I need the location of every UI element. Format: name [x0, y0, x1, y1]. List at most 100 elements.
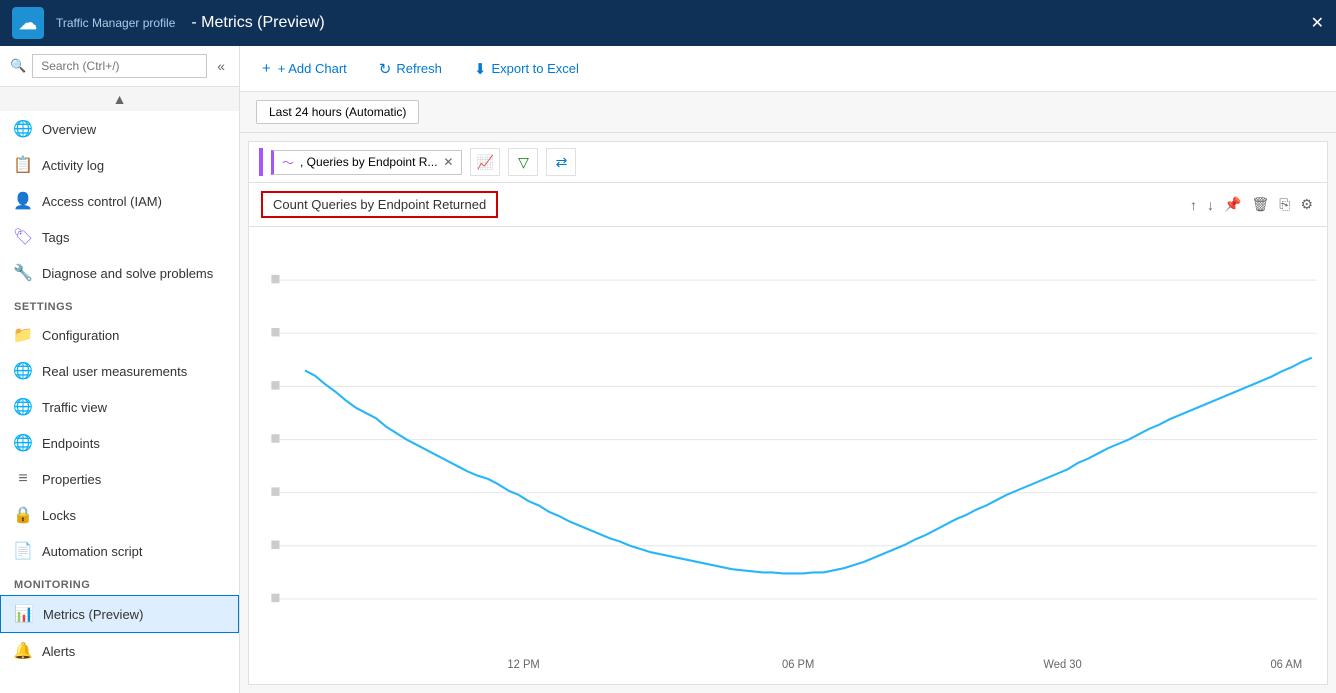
search-icon: 🔍	[10, 58, 26, 74]
sidebar-item-metrics[interactable]: 📊 Metrics (Preview)	[0, 595, 239, 633]
content-area: + + Add Chart ↻ Refresh ⬇ Export to Exce…	[240, 46, 1336, 693]
move-down-button[interactable]: ↓	[1205, 195, 1216, 215]
clone-chart-button[interactable]: ⎘	[1277, 194, 1292, 215]
x-label-6am: 06 AM	[1270, 659, 1302, 671]
configuration-icon: 📁	[14, 326, 32, 344]
sidebar-item-label: Metrics (Preview)	[43, 607, 143, 622]
locks-icon: 🔒	[14, 506, 32, 524]
legend-line-icon: 〜	[282, 154, 294, 171]
line-chart-toggle-button[interactable]: 📈	[470, 148, 500, 176]
chart-left-indicator	[259, 148, 263, 176]
tags-icon: 🏷	[14, 228, 32, 246]
move-up-button[interactable]: ↑	[1188, 195, 1199, 215]
sidebar: 🔍 « ▲ 🌐 Overview 📋 Activity log 👤 Access…	[0, 46, 240, 693]
access-control-icon: 👤	[14, 192, 32, 210]
activity-log-icon: 📋	[14, 156, 32, 174]
sidebar-item-real-user[interactable]: 🌐 Real user measurements	[0, 353, 239, 389]
chart-svg: 12 PM 06 PM Wed 30 06 AM	[249, 227, 1327, 684]
sidebar-item-label: Configuration	[42, 328, 119, 343]
overview-icon: 🌐	[14, 120, 32, 138]
sidebar-item-label: Automation script	[42, 544, 142, 559]
x-label-12pm: 12 PM	[507, 659, 539, 671]
add-chart-label: + Add Chart	[278, 61, 347, 76]
metrics-toolbar: + + Add Chart ↻ Refresh ⬇ Export to Exce…	[240, 46, 1336, 92]
sidebar-item-activity-log[interactable]: 📋 Activity log	[0, 147, 239, 183]
split-button[interactable]: ⇄	[546, 148, 576, 176]
chart-svg-area: 12 PM 06 PM Wed 30 06 AM	[249, 227, 1327, 684]
chart-title-text: Count Queries by Endpoint Returned	[273, 197, 486, 212]
close-button[interactable]: ✕	[1311, 13, 1324, 33]
page-title: - Metrics (Preview)	[191, 14, 324, 32]
chart-title-actions: ↑ ↓ 📌 🗑 ⎘ ⚙	[1188, 194, 1315, 215]
sidebar-scroll: ▲ 🌐 Overview 📋 Activity log 👤 Access con…	[0, 87, 239, 693]
export-label: Export to Excel	[491, 61, 578, 76]
chart-legend-toolbar: 〜 , Queries by Endpoint R... ✕ 📈 ▽ ⇄	[249, 142, 1327, 183]
line-chart-icon: 📈	[477, 154, 494, 171]
split-icon: ⇄	[556, 154, 568, 171]
sidebar-item-access-control[interactable]: 👤 Access control (IAM)	[0, 183, 239, 219]
scroll-up-icon[interactable]: ▲	[113, 91, 127, 107]
time-filter-bar: Last 24 hours (Automatic)	[240, 92, 1336, 133]
add-chart-icon: +	[262, 60, 271, 77]
legend-tag-text: , Queries by Endpoint R...	[300, 155, 437, 169]
app-subtitle: Traffic Manager profile	[56, 16, 175, 30]
sidebar-item-label: Real user measurements	[42, 364, 187, 379]
sidebar-item-label: Activity log	[42, 158, 104, 173]
settings-chart-button[interactable]: ⚙	[1298, 194, 1315, 215]
chart-title-bar: Count Queries by Endpoint Returned ↑ ↓ 📌…	[249, 183, 1327, 227]
collapse-sidebar-button[interactable]: «	[213, 56, 229, 76]
chart-container: 〜 , Queries by Endpoint R... ✕ 📈 ▽ ⇄ Cou…	[248, 141, 1328, 685]
sidebar-item-overview[interactable]: 🌐 Overview	[0, 111, 239, 147]
add-chart-button[interactable]: + + Add Chart	[256, 56, 353, 81]
sidebar-item-tags[interactable]: 🏷 Tags	[0, 219, 239, 255]
refresh-button[interactable]: ↻ Refresh	[373, 56, 448, 82]
sidebar-item-label: Tags	[42, 230, 69, 245]
chart-line	[305, 358, 1312, 574]
sidebar-item-configuration[interactable]: 📁 Configuration	[0, 317, 239, 353]
time-filter-label: Last 24 hours (Automatic)	[269, 105, 406, 119]
sidebar-item-properties[interactable]: ≡ Properties	[0, 461, 239, 497]
endpoints-icon: 🌐	[14, 434, 32, 452]
sidebar-item-label: Locks	[42, 508, 76, 523]
filter-button[interactable]: ▽	[508, 148, 538, 176]
sidebar-item-locks[interactable]: 🔒 Locks	[0, 497, 239, 533]
x-label-6pm: 06 PM	[782, 659, 814, 671]
chart-legend-tag: 〜 , Queries by Endpoint R... ✕	[271, 150, 462, 175]
sidebar-item-alerts[interactable]: 🔔 Alerts	[0, 633, 239, 669]
automation-icon: 📄	[14, 542, 32, 560]
sidebar-item-automation[interactable]: 📄 Automation script	[0, 533, 239, 569]
legend-close-button[interactable]: ✕	[443, 155, 453, 169]
x-label-wed30: Wed 30	[1043, 659, 1081, 671]
settings-section-header: SETTINGS	[0, 291, 239, 317]
diagnose-icon: 🔧	[14, 264, 32, 282]
sidebar-item-label: Properties	[42, 472, 101, 487]
sidebar-item-label: Diagnose and solve problems	[42, 266, 213, 281]
traffic-view-icon: 🌐	[14, 398, 32, 416]
refresh-label: Refresh	[396, 61, 442, 76]
sidebar-item-endpoints[interactable]: 🌐 Endpoints	[0, 425, 239, 461]
sidebar-search-bar: 🔍 «	[0, 46, 239, 87]
top-bar: ☁ Traffic Manager profile - Metrics (Pre…	[0, 0, 1336, 46]
filter-icon: ▽	[518, 154, 529, 171]
pin-button[interactable]: 📌	[1222, 194, 1243, 215]
logo-icon: ☁	[19, 13, 37, 34]
real-user-icon: 🌐	[14, 362, 32, 380]
delete-chart-button[interactable]: 🗑	[1249, 194, 1271, 215]
alerts-icon: 🔔	[14, 642, 32, 660]
main-layout: 🔍 « ▲ 🌐 Overview 📋 Activity log 👤 Access…	[0, 46, 1336, 693]
properties-icon: ≡	[14, 470, 32, 488]
chart-title: Count Queries by Endpoint Returned	[261, 191, 498, 218]
sidebar-item-label: Alerts	[42, 644, 75, 659]
refresh-icon: ↻	[379, 60, 392, 78]
search-input[interactable]	[32, 54, 207, 78]
sidebar-item-traffic-view[interactable]: 🌐 Traffic view	[0, 389, 239, 425]
app-logo: ☁	[12, 7, 44, 39]
sidebar-item-diagnose[interactable]: 🔧 Diagnose and solve problems	[0, 255, 239, 291]
monitoring-section-header: MONITORING	[0, 569, 239, 595]
sidebar-item-label: Endpoints	[42, 436, 100, 451]
metrics-icon: 📊	[15, 605, 33, 623]
sidebar-item-label: Overview	[42, 122, 96, 137]
time-filter-button[interactable]: Last 24 hours (Automatic)	[256, 100, 419, 124]
sidebar-item-label: Access control (IAM)	[42, 194, 162, 209]
export-button[interactable]: ⬇ Export to Excel	[468, 56, 585, 82]
